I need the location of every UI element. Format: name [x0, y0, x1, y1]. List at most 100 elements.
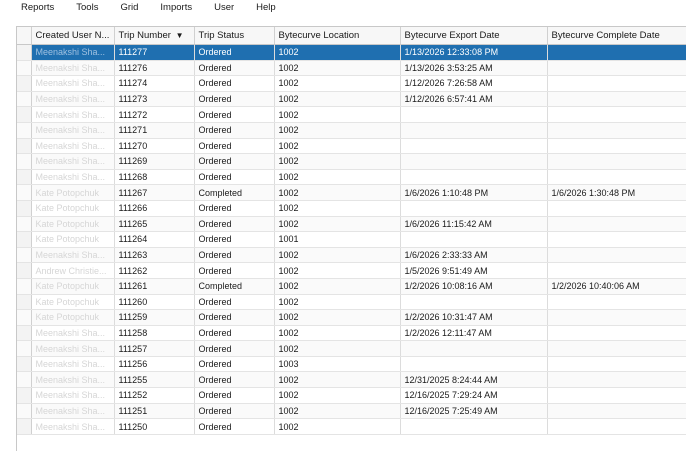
cell-trip-status[interactable]: Ordered	[194, 169, 275, 186]
table-row[interactable]: Meenakshi Sha... 111276 Ordered 1002 1/13/20…	[17, 60, 686, 77]
cell-trip-status[interactable]: Ordered	[194, 60, 275, 77]
table-row[interactable]: Meenakshi Sha... 111271 Ordered 1002	[17, 122, 686, 139]
column-header-bytecurve-export-date[interactable]: Bytecurve Export Date	[400, 27, 548, 45]
cell-bytecurve-export-date[interactable]: 1/6/2026 11:15:42 AM	[400, 216, 548, 233]
cell-bytecurve-complete-date[interactable]	[547, 138, 686, 155]
row-selector[interactable]	[17, 44, 32, 61]
cell-trip-status[interactable]: Ordered	[194, 200, 275, 217]
cell-bytecurve-export-date[interactable]	[400, 200, 548, 217]
cell-bytecurve-location[interactable]: 1002	[274, 184, 401, 201]
cell-bytecurve-complete-date[interactable]	[547, 75, 686, 92]
cell-bytecurve-export-date[interactable]: 1/6/2026 1:10:48 PM	[400, 184, 548, 201]
cell-bytecurve-complete-date[interactable]	[547, 418, 686, 435]
cell-bytecurve-complete-date[interactable]: 1/6/2026 1:30:48 PM	[547, 184, 686, 201]
cell-trip-status[interactable]: Ordered	[194, 44, 275, 61]
cell-trip-status[interactable]: Ordered	[194, 371, 275, 389]
cell-bytecurve-complete-date[interactable]	[547, 387, 686, 404]
cell-trip-number[interactable]: 111259	[114, 309, 195, 326]
cell-trip-number[interactable]: 111269	[114, 153, 195, 170]
cell-trip-number[interactable]: 111261	[114, 278, 195, 295]
row-selector[interactable]	[17, 231, 32, 248]
table-row[interactable]: Kate Potopchuk 111261 Completed 1002 1/2/202…	[17, 278, 686, 295]
cell-trip-number[interactable]: 111251	[114, 403, 195, 420]
row-selector[interactable]	[17, 75, 32, 92]
cell-bytecurve-complete-date[interactable]	[547, 356, 686, 373]
cell-bytecurve-export-date[interactable]	[400, 340, 548, 357]
cell-bytecurve-complete-date[interactable]	[547, 153, 686, 170]
cell-bytecurve-location[interactable]: 1002	[274, 387, 401, 404]
cell-bytecurve-complete-date[interactable]	[547, 262, 686, 279]
column-header-bytecurve-complete-date[interactable]: Bytecurve Complete Date	[547, 27, 686, 45]
cell-bytecurve-location[interactable]: 1002	[274, 60, 401, 77]
table-row[interactable]: Kate Potopchuk 111264 Ordered 1001	[17, 231, 686, 248]
cell-trip-number[interactable]: 111260	[114, 294, 195, 311]
cell-trip-status[interactable]: Ordered	[194, 138, 275, 155]
menu-tools[interactable]: Tools	[66, 2, 110, 13]
menu-imports[interactable]: Imports	[150, 2, 204, 13]
row-selector[interactable]	[17, 309, 32, 326]
table-row[interactable]: Kate Potopchuk 111265 Ordered 1002 1/6/2026 …	[17, 216, 686, 233]
table-row[interactable]: Meenakshi Sha... 111257 Ordered 1002	[17, 340, 686, 357]
cell-bytecurve-complete-date[interactable]	[547, 340, 686, 357]
cell-bytecurve-complete-date[interactable]	[547, 44, 686, 61]
cell-bytecurve-export-date[interactable]	[400, 153, 548, 170]
cell-bytecurve-location[interactable]: 1002	[274, 122, 401, 139]
cell-created-user[interactable]: Kate Potopchuk	[31, 200, 115, 217]
cell-bytecurve-location[interactable]: 1001	[274, 231, 401, 248]
cell-bytecurve-location[interactable]: 1002	[274, 200, 401, 217]
cell-bytecurve-location[interactable]: 1002	[274, 340, 401, 357]
row-selector[interactable]	[17, 403, 32, 420]
cell-bytecurve-export-date[interactable]: 1/12/2026 6:57:41 AM	[400, 91, 548, 108]
table-row[interactable]: Andrew Christie... 111262 Ordered 1002 1/5/2…	[17, 262, 686, 279]
cell-created-user[interactable]: Meenakshi Sha...	[31, 325, 115, 342]
cell-trip-status[interactable]: Ordered	[194, 294, 275, 311]
cell-created-user[interactable]: Meenakshi Sha...	[31, 169, 115, 186]
cell-bytecurve-location[interactable]: 1003	[274, 356, 401, 373]
menu-help[interactable]: Help	[246, 2, 288, 13]
cell-trip-number[interactable]: 111264	[114, 231, 195, 248]
cell-bytecurve-complete-date[interactable]	[547, 403, 686, 420]
cell-trip-number[interactable]: 111273	[114, 91, 195, 108]
cell-bytecurve-export-date[interactable]: 1/5/2026 9:51:49 AM	[400, 262, 548, 279]
cell-created-user[interactable]: Andrew Christie...	[31, 262, 115, 279]
table-row[interactable]: Meenakshi Sha... 111250 Ordered 1002	[17, 418, 686, 435]
cell-trip-status[interactable]: Ordered	[194, 231, 275, 248]
row-selector[interactable]	[17, 106, 32, 123]
cell-bytecurve-export-date[interactable]: 1/2/2026 10:31:47 AM	[400, 309, 548, 326]
cell-bytecurve-location[interactable]: 1002	[274, 153, 401, 170]
cell-bytecurve-export-date[interactable]	[400, 418, 548, 435]
cell-bytecurve-location[interactable]: 1002	[274, 247, 401, 264]
row-selector[interactable]	[17, 371, 32, 389]
cell-created-user[interactable]: Meenakshi Sha...	[31, 106, 115, 123]
cell-bytecurve-location[interactable]: 1002	[274, 278, 401, 295]
cell-bytecurve-export-date[interactable]	[400, 106, 548, 123]
row-selector[interactable]	[17, 169, 32, 186]
cell-bytecurve-export-date[interactable]: 1/12/2026 7:26:58 AM	[400, 75, 548, 92]
cell-trip-status[interactable]: Ordered	[194, 247, 275, 264]
cell-created-user[interactable]: Meenakshi Sha...	[31, 247, 115, 264]
row-selector[interactable]	[17, 216, 32, 233]
cell-trip-status[interactable]: Ordered	[194, 122, 275, 139]
cell-bytecurve-export-date[interactable]	[400, 356, 548, 373]
row-selector[interactable]	[17, 418, 32, 435]
table-row[interactable]: Meenakshi Sha... 111268 Ordered 1002	[17, 169, 686, 186]
cell-trip-number[interactable]: 111277	[114, 44, 195, 61]
cell-trip-status[interactable]: Completed	[194, 184, 275, 201]
cell-bytecurve-location[interactable]: 1002	[274, 418, 401, 435]
menu-user[interactable]: User	[204, 2, 246, 13]
table-row[interactable]: Meenakshi Sha... 111263 Ordered 1002 1/6/202…	[17, 247, 686, 264]
cell-created-user[interactable]: Kate Potopchuk	[31, 231, 115, 248]
row-selector[interactable]	[17, 356, 32, 373]
cell-trip-number[interactable]: 111262	[114, 262, 195, 279]
cell-bytecurve-export-date[interactable]: 1/2/2026 12:11:47 AM	[400, 325, 548, 342]
cell-trip-status[interactable]: Ordered	[194, 153, 275, 170]
cell-created-user[interactable]: Kate Potopchuk	[31, 309, 115, 326]
cell-trip-status[interactable]: Ordered	[194, 106, 275, 123]
row-selector[interactable]	[17, 60, 32, 77]
cell-trip-number[interactable]: 111265	[114, 216, 195, 233]
cell-created-user[interactable]: Meenakshi Sha...	[31, 356, 115, 373]
cell-bytecurve-export-date[interactable]	[400, 138, 548, 155]
cell-created-user[interactable]: Kate Potopchuk	[31, 278, 115, 295]
table-row[interactable]: Meenakshi Sha... 111251 Ordered 1002 12/16/2…	[17, 403, 686, 420]
cell-created-user[interactable]: Meenakshi Sha...	[31, 75, 115, 92]
